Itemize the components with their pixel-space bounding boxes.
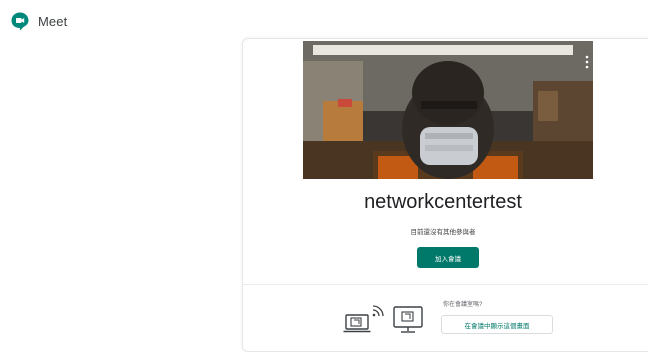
present-in-meeting-button[interactable]: 在會議中顯示這個畫面 [441, 315, 553, 334]
app-header: Meet [10, 9, 67, 33]
cast-to-room-icon [343, 305, 384, 333]
more-vert-icon[interactable] [585, 55, 589, 69]
join-card: networkcentertest 目前還沒有其他參與者 加入會議 你在會議室嗎… [242, 38, 648, 352]
room-question: 你在會議室嗎? [443, 302, 483, 308]
meeting-name: networkcentertest [364, 191, 522, 213]
camera-preview [303, 41, 593, 179]
app-name: Meet [38, 13, 68, 29]
meet-logo-icon[interactable] [10, 11, 30, 31]
join-meeting-button[interactable]: 加入會議 [417, 247, 479, 268]
participants-status: 目前還沒有其他參與者 [410, 229, 476, 236]
divider [243, 284, 648, 285]
camera-preview-image [303, 41, 593, 179]
meeting-room-display-icon [393, 306, 423, 333]
